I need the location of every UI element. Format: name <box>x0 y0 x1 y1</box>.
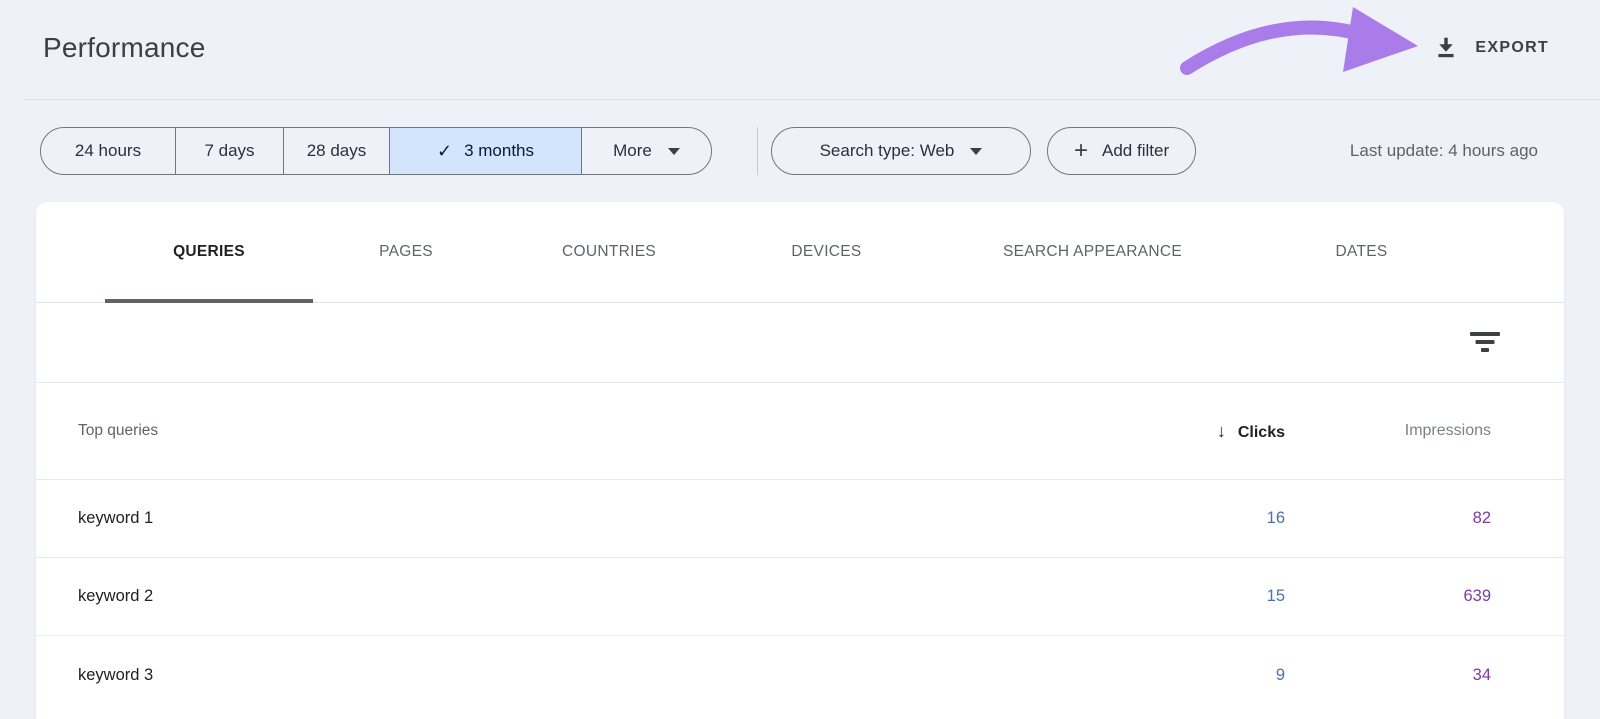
column-header-top-queries: Top queries <box>36 422 1045 440</box>
export-label: EXPORT <box>1475 39 1549 57</box>
impressions-cell: 34 <box>1285 666 1491 685</box>
annotation-arrow-icon <box>1150 2 1430 88</box>
dimension-tabs: QUERIES PAGES COUNTRIES DEVICES SEARCH A… <box>36 202 1564 303</box>
impressions-cell: 82 <box>1285 509 1491 528</box>
report-card: QUERIES PAGES COUNTRIES DEVICES SEARCH A… <box>36 202 1564 719</box>
chevron-down-icon <box>668 148 680 155</box>
tab-label: COUNTRIES <box>562 243 656 261</box>
date-range-label: 24 hours <box>75 141 141 161</box>
download-icon <box>1433 35 1459 61</box>
checkmark-icon: ✓ <box>437 141 452 162</box>
clicks-cell: 16 <box>1045 509 1285 528</box>
date-range-24-hours[interactable]: 24 hours <box>41 128 175 174</box>
tab-pages[interactable]: PAGES <box>313 202 499 302</box>
search-type-dropdown[interactable]: Search type: Web <box>771 127 1031 175</box>
last-update-text: Last update: 4 hours ago <box>1350 127 1538 175</box>
plus-icon: + <box>1074 139 1088 163</box>
tab-label: PAGES <box>379 243 433 261</box>
query-cell: keyword 1 <box>36 509 1045 528</box>
filter-bar-divider <box>757 127 758 175</box>
clicks-header-label: Clicks <box>1238 424 1285 441</box>
tab-dates[interactable]: DATES <box>1251 202 1472 302</box>
date-range-label: 28 days <box>307 141 367 161</box>
column-header-impressions[interactable]: Impressions <box>1285 422 1491 440</box>
tab-label: QUERIES <box>173 243 245 261</box>
tab-label: DEVICES <box>791 243 861 261</box>
filter-bar: 24 hours 7 days 28 days ✓ 3 months More … <box>0 127 1600 175</box>
search-type-label: Search type: Web <box>820 141 955 161</box>
page-header: Performance EXPORT <box>0 0 1600 100</box>
table-row[interactable]: keyword 1 16 82 <box>36 480 1564 558</box>
export-button[interactable]: EXPORT <box>1429 26 1553 70</box>
chevron-down-icon <box>970 148 982 155</box>
add-filter-button[interactable]: + Add filter <box>1047 127 1196 175</box>
filter-table-icon[interactable] <box>1470 332 1500 354</box>
tab-queries[interactable]: QUERIES <box>105 202 313 302</box>
date-range-label: 3 months <box>464 141 534 161</box>
clicks-cell: 9 <box>1045 666 1285 685</box>
sort-desc-icon: ↓ <box>1217 421 1226 441</box>
impressions-cell: 639 <box>1285 587 1491 606</box>
page-title: Performance <box>43 32 206 64</box>
column-header-clicks[interactable]: ↓ Clicks <box>1045 421 1285 442</box>
table-toolbar <box>36 303 1564 383</box>
tab-label: DATES <box>1335 243 1387 261</box>
performance-page: Performance EXPORT 24 hours 7 days 2 <box>0 0 1600 719</box>
date-range-label: More <box>613 141 652 161</box>
table-row[interactable]: keyword 2 15 639 <box>36 558 1564 636</box>
clicks-cell: 15 <box>1045 587 1285 606</box>
tab-countries[interactable]: COUNTRIES <box>499 202 719 302</box>
date-range-7-days[interactable]: 7 days <box>175 128 283 174</box>
header-divider <box>24 99 1600 100</box>
table-header-row: Top queries ↓ Clicks Impressions <box>36 383 1564 480</box>
query-cell: keyword 2 <box>36 587 1045 606</box>
table-row[interactable]: keyword 3 9 34 <box>36 636 1564 714</box>
tab-devices[interactable]: DEVICES <box>719 202 934 302</box>
date-range-group: 24 hours 7 days 28 days ✓ 3 months More <box>40 127 712 175</box>
date-range-more[interactable]: More <box>581 128 711 174</box>
date-range-28-days[interactable]: 28 days <box>283 128 389 174</box>
date-range-label: 7 days <box>204 141 254 161</box>
query-cell: keyword 3 <box>36 666 1045 685</box>
tab-search-appearance[interactable]: SEARCH APPEARANCE <box>934 202 1251 302</box>
tab-label: SEARCH APPEARANCE <box>1003 243 1182 261</box>
add-filter-label: Add filter <box>1102 141 1169 161</box>
date-range-3-months[interactable]: ✓ 3 months <box>389 128 581 174</box>
